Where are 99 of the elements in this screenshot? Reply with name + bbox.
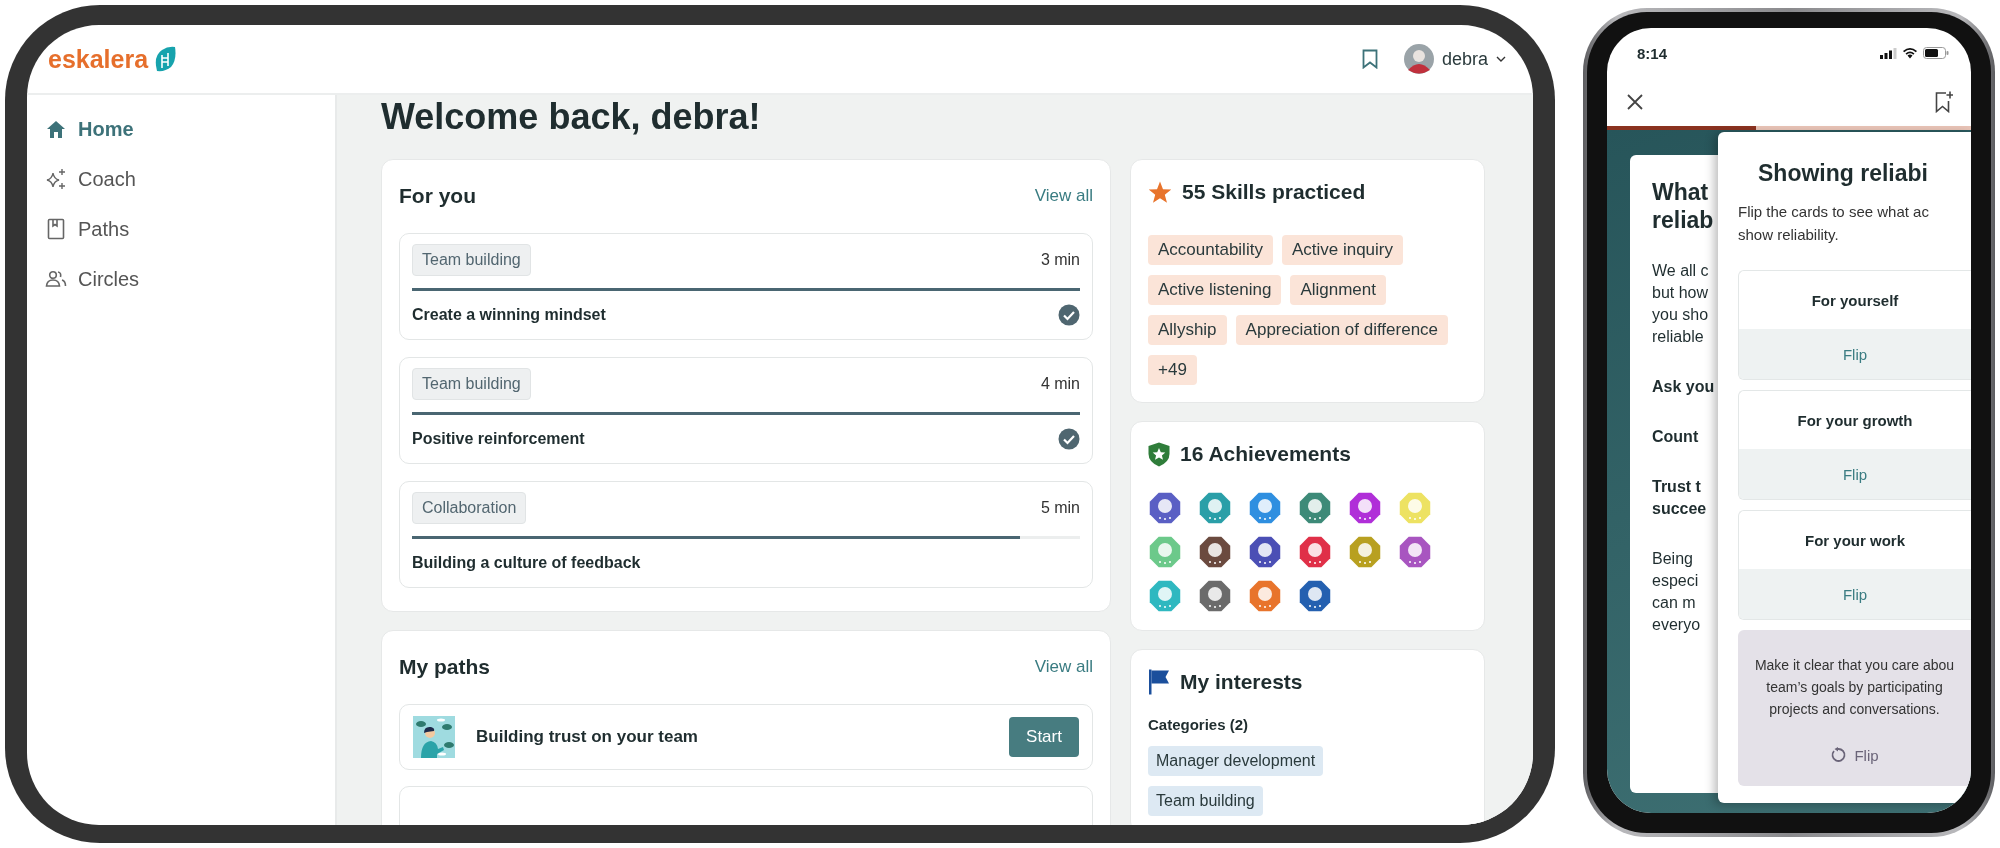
lesson-title: Building a culture of feedback <box>412 554 641 572</box>
path-card[interactable]: Building trust on your team Start <box>399 704 1093 770</box>
card-heading: reliab <box>1652 206 1714 234</box>
lesson-card[interactable]: Team building 4 min Positive reinforcement <box>399 357 1093 464</box>
card-title: 16 Achievements <box>1180 442 1351 466</box>
flip-button[interactable]: Flip <box>1739 329 1971 379</box>
chevron-down-icon[interactable] <box>1496 56 1506 62</box>
categories-label: Categories (2) <box>1148 715 1250 735</box>
card-heading: Showing reliabi <box>1757 159 1928 188</box>
flip-card-title: For your growth <box>1797 411 1913 429</box>
path-title: Building trust on your team <box>476 727 699 747</box>
flip-button[interactable]: Flip <box>1824 740 1885 770</box>
body-text: show reliability. <box>1738 225 1839 245</box>
avatar-icon[interactable] <box>1403 44 1434 74</box>
badge-icon <box>1348 491 1382 525</box>
duration: 5 min <box>1040 499 1080 517</box>
badge-icon <box>1198 579 1232 613</box>
sidebar-item[interactable]: Circles <box>44 254 244 304</box>
badge-icon <box>1348 535 1382 569</box>
lesson-title: Create a winning mindset <box>412 306 606 324</box>
lesson-title: Positive reinforcement <box>412 430 585 448</box>
user-menu[interactable]: debra <box>1441 48 1488 70</box>
card-title: 55 Skills practiced <box>1182 180 1366 204</box>
sparkle-icon <box>45 168 67 190</box>
flip-button[interactable]: Flip <box>1739 569 1971 619</box>
skill-tag[interactable]: Allyship <box>1148 315 1227 345</box>
badge-icon <box>1298 579 1332 613</box>
book-icon <box>47 218 65 240</box>
category-tag: Collaboration <box>412 492 527 524</box>
star-icon <box>1148 180 1172 204</box>
flag-icon <box>1148 669 1170 695</box>
flip-button[interactable]: Flip <box>1739 449 1971 499</box>
close-icon[interactable] <box>1627 94 1643 110</box>
badge-icon <box>1248 579 1282 613</box>
body-text: Trust t <box>1652 477 1701 497</box>
rotate-icon <box>1830 747 1847 763</box>
body-text: you sho <box>1652 305 1709 325</box>
wifi-icon <box>1902 47 1918 59</box>
skill-tag[interactable]: +49 <box>1148 355 1197 385</box>
sidebar-item[interactable]: Coach <box>44 154 244 204</box>
body-text: reliable <box>1652 327 1704 347</box>
start-button[interactable]: Start <box>1009 717 1079 757</box>
bookmark-add-icon[interactable] <box>1935 91 1953 113</box>
body-text: succee <box>1652 499 1707 519</box>
badge-icon <box>1198 491 1232 525</box>
shield-star-icon <box>1148 441 1170 467</box>
badge-icon <box>1148 579 1182 613</box>
leaf-icon <box>154 46 177 72</box>
skill-tag[interactable]: Accountability <box>1148 235 1273 265</box>
flip-card-title: For yourself <box>1811 291 1899 309</box>
view-all-link[interactable]: View all <box>1034 186 1093 206</box>
people-icon <box>45 270 67 288</box>
lesson-card[interactable]: Team building 3 min Create a winning mindset <box>399 233 1093 340</box>
body-text: everyo <box>1652 615 1701 635</box>
badge-icon <box>1298 535 1332 569</box>
card-title: My paths <box>399 655 490 679</box>
body-text: Flip the cards to see what ac <box>1738 202 1929 222</box>
badge-icon <box>1298 491 1332 525</box>
body-text: Being <box>1652 549 1693 569</box>
badge-icon <box>1148 535 1182 569</box>
badge-icon <box>1398 535 1432 569</box>
status-time: 8:14 <box>1637 44 1668 62</box>
page-title: Welcome back, debra! <box>381 95 762 139</box>
badge-icon <box>1198 535 1232 569</box>
sidebar-item[interactable]: Paths <box>44 204 244 254</box>
lesson-card[interactable]: Collaboration 5 min Building a culture of feedback <box>399 481 1093 588</box>
badge-icon <box>1398 491 1432 525</box>
duration: 4 min <box>1040 375 1080 393</box>
home-icon <box>46 119 66 139</box>
skill-tag[interactable]: Active listening <box>1148 275 1282 305</box>
category-tag: Team building <box>412 368 531 400</box>
badge-icon <box>1248 491 1282 525</box>
body-text: Make it clear that you care abou <box>1754 656 1955 675</box>
body-text: Ask you <box>1652 377 1715 397</box>
body-text: but how <box>1652 283 1709 303</box>
duration: 3 min <box>1040 251 1080 269</box>
card-title: My interests <box>1180 670 1303 694</box>
category-tag: Team building <box>412 244 531 276</box>
body-text: Count <box>1652 427 1699 447</box>
body-text: especi <box>1652 571 1699 591</box>
battery-icon <box>1923 47 1949 59</box>
badge-icon <box>1248 535 1282 569</box>
body-text: can m <box>1652 593 1696 613</box>
badge-icon <box>1148 491 1182 525</box>
card-title: For you <box>399 184 476 208</box>
sidebar-item[interactable]: Home <box>44 104 244 154</box>
card-heading: What <box>1652 178 1709 206</box>
body-text: projects and conversations. <box>1769 700 1940 719</box>
skill-tag[interactable]: Appreciation of difference <box>1235 315 1449 345</box>
body-text: We all c <box>1652 261 1709 281</box>
body-text: team’s goals by participating <box>1766 678 1943 697</box>
flip-card-title: For your work <box>1805 531 1905 549</box>
skill-tag[interactable]: Alignment <box>1290 275 1386 305</box>
skill-tag[interactable]: Active inquiry <box>1281 235 1403 265</box>
category-tag[interactable]: Team building <box>1148 786 1263 816</box>
bookmark-icon[interactable] <box>1361 49 1378 69</box>
view-all-link[interactable]: View all <box>1034 657 1093 677</box>
category-tag[interactable]: Manager development <box>1148 746 1324 776</box>
signal-icon <box>1880 47 1897 59</box>
